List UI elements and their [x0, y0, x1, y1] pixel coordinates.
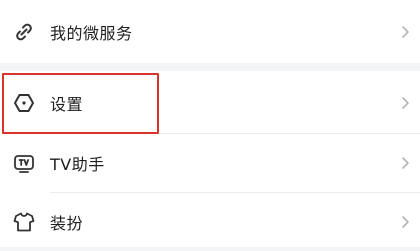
- chevron-right-icon: [402, 157, 409, 169]
- tshirt-icon: [11, 209, 37, 235]
- menu-item-label: TV助手: [50, 155, 105, 174]
- chevron-right-icon: [402, 216, 409, 228]
- settings-highlight-box: [2, 73, 159, 134]
- menu-item-label: 我的微服务: [50, 24, 133, 43]
- menu-item-micro-services[interactable]: 我的微服务: [0, 3, 420, 61]
- menu-group-top: 我的微服务: [0, 0, 420, 63]
- link-icon: [11, 19, 37, 45]
- chevron-right-icon: [402, 97, 409, 109]
- chevron-right-icon: [402, 26, 409, 38]
- menu-item-label: 装扮: [50, 214, 84, 233]
- tv-icon: [11, 150, 37, 176]
- menu-item-tv-assistant[interactable]: TV助手: [0, 134, 420, 192]
- menu-item-dress-up[interactable]: 装扮: [0, 193, 420, 251]
